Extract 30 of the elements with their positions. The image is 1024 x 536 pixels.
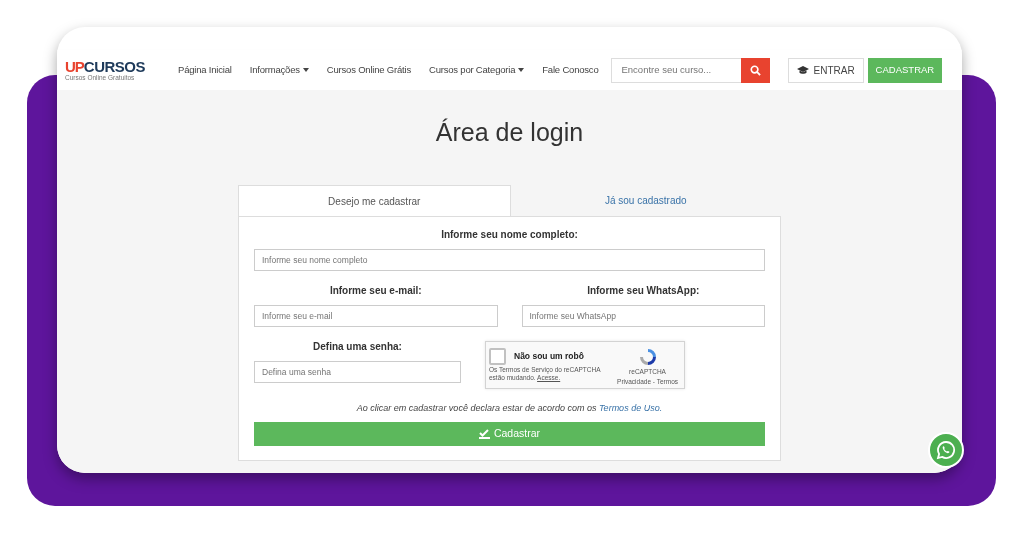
- terms-link[interactable]: Termos de Uso.: [598, 403, 663, 413]
- login-button[interactable]: ENTRAR: [788, 57, 864, 83]
- graduation-cap-icon: [797, 65, 810, 75]
- search-icon: [750, 64, 762, 76]
- nav-link[interactable]: Página Inicial: [169, 62, 241, 78]
- captcha-label: Não sou um robô: [514, 350, 584, 363]
- logo-text[interactable]: UP: [65, 58, 84, 74]
- tab[interactable]: Já sou cadastrado: [510, 185, 781, 216]
- nav-link[interactable]: Cursos por Categoria: [419, 62, 534, 78]
- input-field[interactable]: Informe seu e-mail: [254, 305, 498, 327]
- input-field[interactable]: Informe seu WhatsApp: [521, 305, 765, 327]
- logo-text[interactable]: CURSOS: [83, 58, 146, 74]
- nav-link[interactable]: Fale Conosco: [533, 62, 608, 78]
- search-field[interactable]: Encontre seu curso...: [611, 57, 742, 83]
- page-title: Área de login: [434, 120, 585, 145]
- terms-text: Ao clicar em cadastrar você declara estar de acordo com os Termos de Uso.: [355, 402, 664, 415]
- chat-icon: [936, 440, 956, 460]
- field-label: Informe seu WhatsApp:: [586, 284, 701, 298]
- input-field[interactable]: Informe seu nome completo: [254, 249, 765, 271]
- input-field[interactable]: Defina uma senha: [254, 361, 461, 383]
- field-label: Defina uma senha:: [312, 340, 403, 354]
- nav-link[interactable]: Cursos Online Grátis: [317, 62, 420, 78]
- field-label: Informe seu e-mail:: [328, 284, 423, 298]
- recaptcha-icon: [637, 347, 658, 367]
- checkbox[interactable]: [489, 348, 506, 365]
- tab[interactable]: Desejo me cadastrar: [238, 185, 511, 216]
- check-icon: [478, 428, 490, 439]
- field-label: Informe seu nome completo:: [440, 228, 579, 242]
- search-button[interactable]: [741, 57, 771, 83]
- nav-link[interactable]: Informações: [240, 62, 318, 78]
